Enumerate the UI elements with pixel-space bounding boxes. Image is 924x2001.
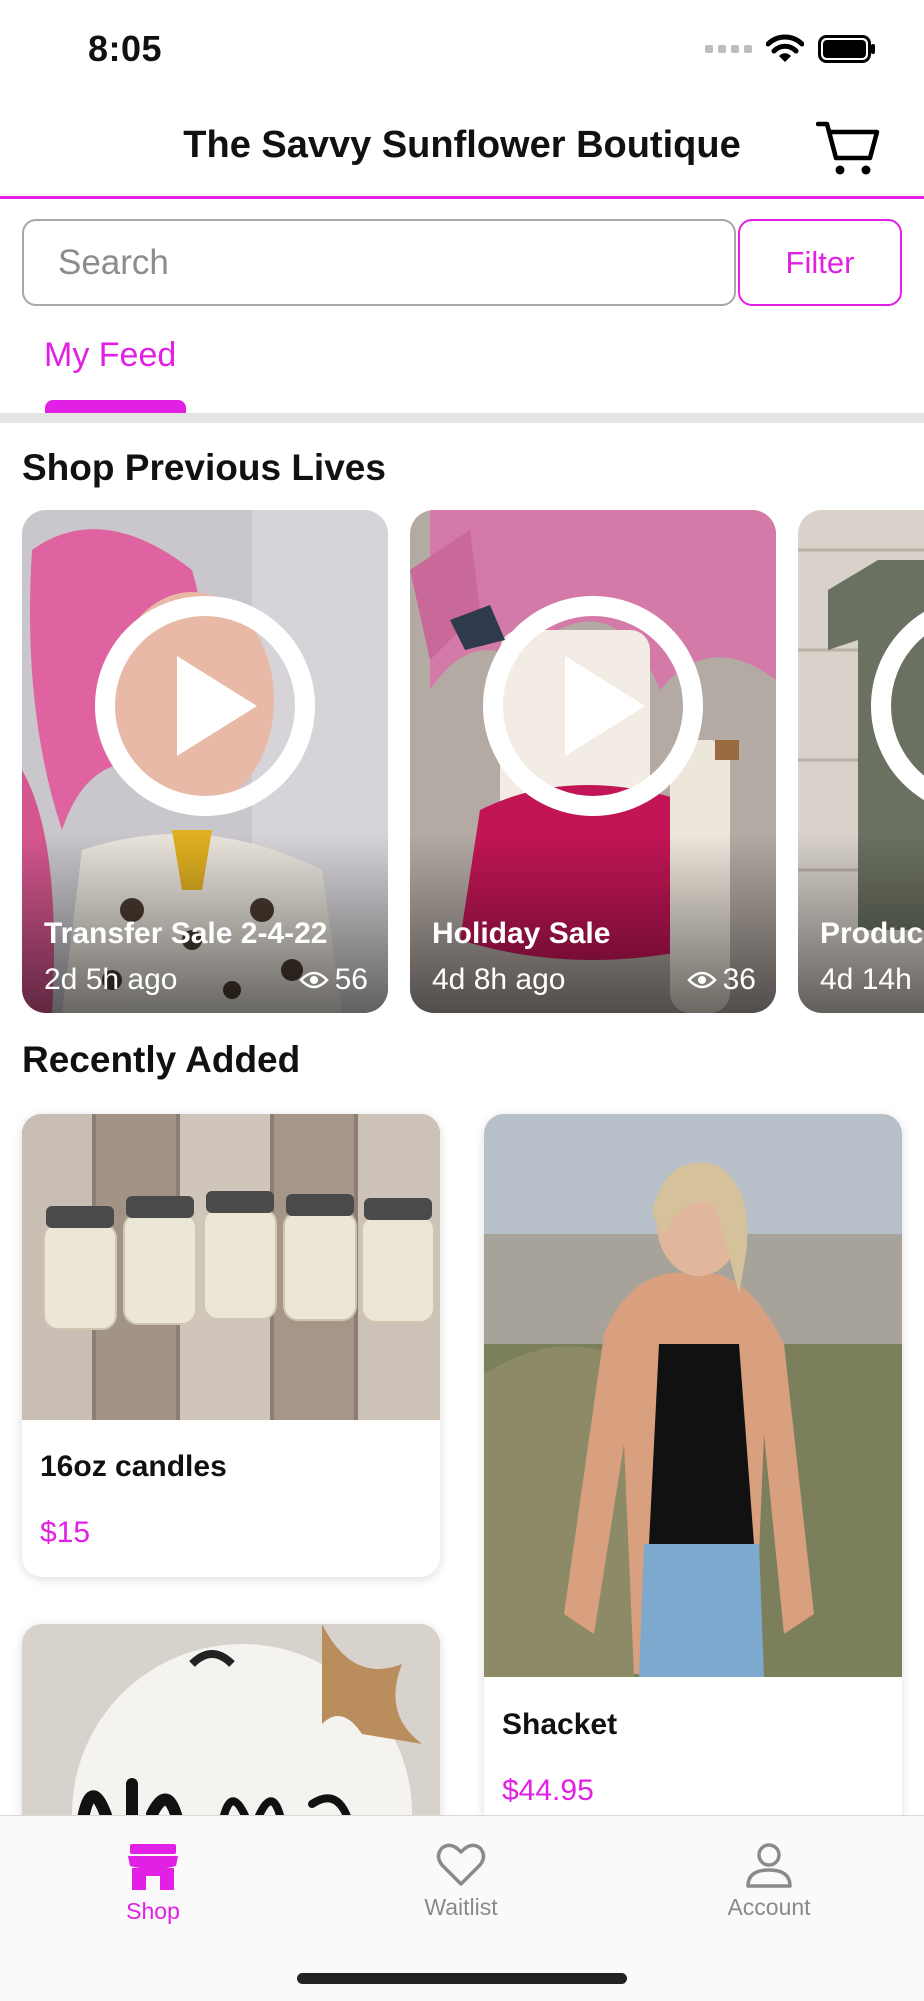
eye-icon <box>686 971 717 989</box>
page-title: The Savvy Sunflower Boutique <box>183 124 741 166</box>
search-input[interactable]: Search <box>22 219 736 306</box>
status-bar: 8:05 <box>0 0 924 100</box>
nav-item-shop[interactable]: Shop <box>73 1842 233 1925</box>
live-time-ago: 4d 14h <box>820 963 912 996</box>
nav-item-account[interactable]: Account <box>689 1842 849 1921</box>
app-header: The Savvy Sunflower Boutique <box>0 100 924 199</box>
play-icon[interactable] <box>481 594 705 818</box>
cellular-signal-icon <box>705 45 752 53</box>
filter-button[interactable]: Filter <box>738 219 902 306</box>
tab-active-indicator <box>45 400 186 414</box>
status-time: 8:05 <box>88 28 163 69</box>
live-title: Produc <box>820 917 924 950</box>
live-views: 36 <box>686 963 756 997</box>
live-card[interactable]: Holiday Sale 4d 8h ago 36 <box>410 510 776 1013</box>
nav-label-shop: Shop <box>126 1898 180 1924</box>
product-card[interactable]: 16oz candles $15 <box>22 1114 440 1577</box>
play-icon[interactable] <box>93 594 317 818</box>
product-card[interactable]: Shacket $44.95 <box>484 1114 902 1834</box>
product-image <box>484 1114 902 1677</box>
store-icon <box>128 1844 178 1890</box>
play-icon[interactable] <box>869 594 924 818</box>
product-name: 16oz candles <box>40 1450 227 1483</box>
live-time-ago: 4d 8h ago <box>432 963 566 996</box>
tab-divider <box>0 413 924 423</box>
bottom-nav: Shop Waitlist Account <box>0 1815 924 2001</box>
product-price: $44.95 <box>502 1774 594 1807</box>
status-icons <box>705 34 876 64</box>
battery-icon <box>818 35 875 63</box>
live-view-count: 36 <box>722 963 756 996</box>
tab-my-feed[interactable]: My Feed <box>44 336 176 375</box>
nav-label-waitlist: Waitlist <box>424 1894 498 1920</box>
live-card[interactable]: Produc 4d 14h <box>798 510 924 1013</box>
heart-icon <box>436 1843 486 1886</box>
live-views: 56 <box>298 963 368 997</box>
live-card[interactable]: Transfer Sale 2-4-22 2d 5h ago 56 <box>22 510 388 1013</box>
live-title: Holiday Sale <box>432 917 611 950</box>
nav-label-account: Account <box>727 1894 811 1920</box>
eye-icon <box>298 971 329 989</box>
product-name: Shacket <box>502 1708 618 1741</box>
cart-icon[interactable] <box>816 118 880 178</box>
previous-lives-carousel[interactable]: Transfer Sale 2-4-22 2d 5h ago 56 Holida… <box>0 510 924 1015</box>
nav-item-waitlist[interactable]: Waitlist <box>381 1842 541 1921</box>
live-time-ago: 2d 5h ago <box>44 963 178 996</box>
person-icon <box>746 1843 792 1888</box>
home-indicator[interactable] <box>297 1973 627 1984</box>
product-image <box>22 1114 440 1420</box>
search-placeholder: Search <box>58 243 169 282</box>
product-price: $15 <box>40 1516 91 1549</box>
live-title: Transfer Sale 2-4-22 <box>44 917 328 950</box>
section-title-previous-lives: Shop Previous Lives <box>22 447 386 488</box>
section-title-recently-added: Recently Added <box>22 1039 301 1080</box>
live-view-count: 56 <box>334 963 368 996</box>
wifi-icon <box>766 34 804 62</box>
